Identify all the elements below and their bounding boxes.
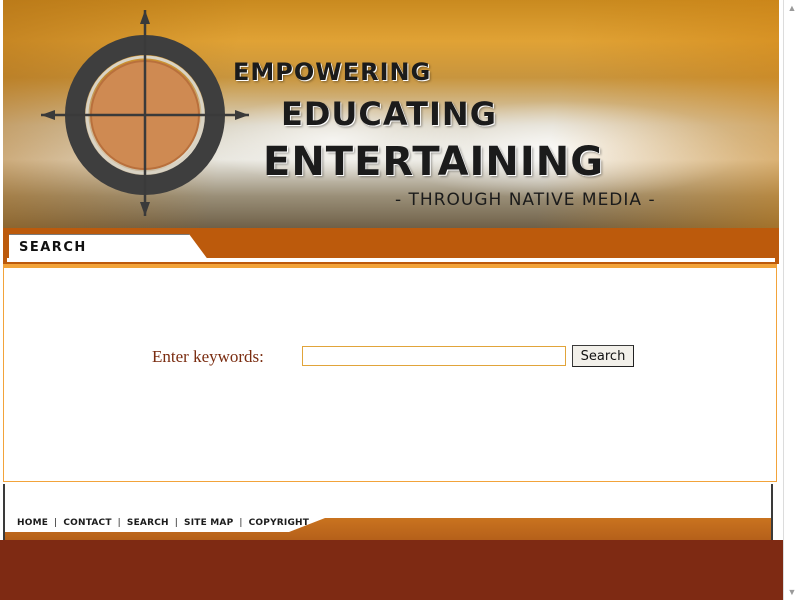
tab-search-label: SEARCH [19, 240, 87, 255]
footer-link-site-map[interactable]: SITE MAP [184, 518, 233, 528]
section-tab-bar: SEARCH [3, 228, 779, 264]
footer-separator: | [174, 518, 179, 528]
footer-link-contact[interactable]: CONTACT [63, 518, 111, 528]
footer-link-home[interactable]: HOME [17, 518, 48, 528]
footer-nav: HOME | CONTACT | SEARCH | SITE MAP | COPYRIGHT [17, 518, 309, 528]
footer-separator: | [54, 518, 58, 528]
banner-heading-educating: EDUCATING [281, 95, 497, 133]
footer-link-search[interactable]: SEARCH [127, 518, 169, 528]
search-button[interactable]: Search [572, 345, 634, 367]
header-banner: EMPOWERING EDUCATING ENTERTAINING - THRO… [3, 0, 779, 228]
keywords-input[interactable] [302, 346, 566, 366]
vertical-scrollbar[interactable]: ▲ ▼ [783, 0, 800, 600]
keywords-label: Enter keywords: [152, 347, 264, 366]
footer: HOME | CONTACT | SEARCH | SITE MAP | COPYRIGHT [3, 484, 773, 540]
banner-heading-entertaining: ENTERTAINING [263, 139, 605, 185]
search-panel: Enter keywords: Search [3, 264, 777, 482]
tab-search[interactable]: SEARCH [9, 234, 209, 261]
crosshair-target-icon [41, 10, 249, 216]
banner-heading-empowering: EMPOWERING [233, 58, 432, 86]
footer-separator: | [239, 518, 243, 528]
footer-separator: | [117, 518, 121, 528]
page: EMPOWERING EDUCATING ENTERTAINING - THRO… [0, 0, 783, 540]
scroll-down-arrow-icon[interactable]: ▼ [784, 584, 800, 600]
scroll-up-arrow-icon[interactable]: ▲ [784, 0, 800, 16]
banner-tagline: - THROUGH NATIVE MEDIA - [395, 190, 656, 210]
footer-link-copyright[interactable]: COPYRIGHT [249, 518, 310, 528]
